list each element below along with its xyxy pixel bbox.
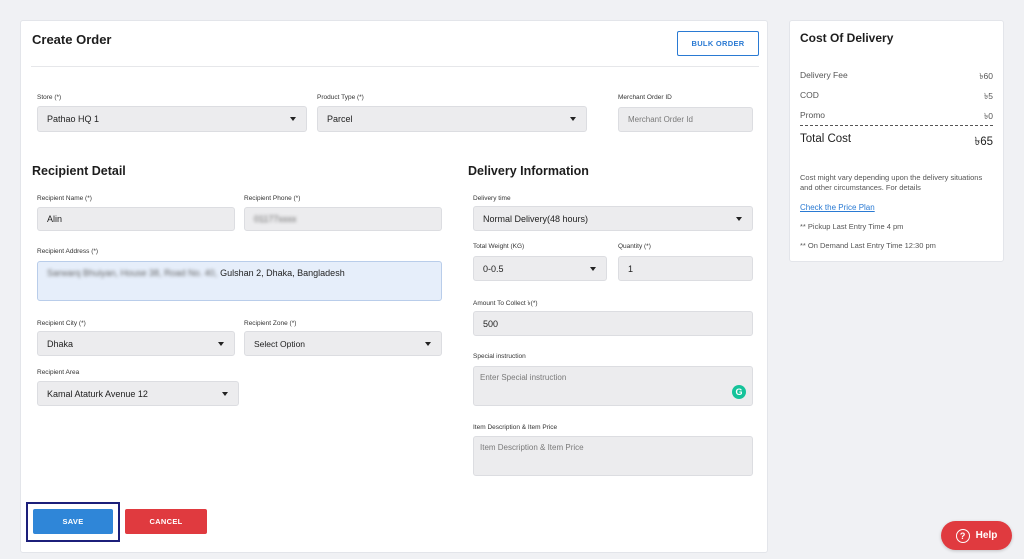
page-title: Create Order: [32, 32, 112, 47]
store-value: Pathao HQ 1: [47, 114, 100, 124]
recipient-zone-select[interactable]: Select Option: [244, 331, 442, 356]
recipient-city-value: Dhaka: [47, 338, 74, 349]
chevron-down-icon: [218, 341, 224, 346]
help-button[interactable]: ? Help: [941, 521, 1012, 550]
chevron-down-icon: [590, 266, 596, 271]
product-type-label: Product Type (*): [317, 94, 364, 101]
quantity-value: 1: [628, 263, 634, 274]
product-type-select[interactable]: Parcel: [317, 106, 587, 132]
chevron-down-icon: [570, 117, 576, 121]
total-weight-label: Total Weight (KG): [473, 243, 525, 250]
cost-row-cod: COD ৳5: [800, 90, 993, 104]
cost-row-label: COD: [800, 90, 819, 100]
chevron-down-icon: [736, 216, 742, 221]
recipient-zone-label: Recipient Zone (*): [244, 320, 297, 327]
recipient-address-hidden: Sarwarq Bhuiyan, House 38, Road No. 40,: [47, 268, 218, 278]
merchant-order-id-input[interactable]: Merchant Order Id: [618, 107, 753, 132]
cost-row-promo: Promo ৳0: [800, 110, 993, 124]
save-button[interactable]: SAVE: [33, 509, 113, 534]
recipient-city-select[interactable]: Dhaka: [37, 331, 235, 356]
cost-row-label: Delivery Fee: [800, 70, 848, 80]
chevron-down-icon: [222, 391, 228, 396]
total-weight-select[interactable]: 0-0.5: [473, 256, 607, 281]
quantity-input[interactable]: 1: [618, 256, 753, 281]
cost-row-label: Promo: [800, 110, 826, 120]
cost-row-value: ৳5: [984, 91, 993, 101]
delivery-time-value: Normal Delivery(48 hours): [483, 213, 589, 224]
recipient-phone-label: Recipient Phone (*): [244, 195, 301, 202]
recipient-area-label: Recipient Area: [37, 369, 80, 376]
special-instruction-label: Special instruction: [473, 353, 526, 360]
recipient-area-value: Kamal Ataturk Avenue 12: [47, 388, 148, 399]
grammarly-icon[interactable]: G: [732, 385, 746, 399]
recipient-address-visible: Gulshan 2, Dhaka, Bangladesh: [220, 268, 345, 278]
amount-to-collect-value: 500: [483, 318, 499, 329]
item-description-label: Item Description & Item Price: [473, 424, 558, 431]
amount-to-collect-label: Amount To Collect ৳(*): [473, 300, 538, 307]
delivery-time-label: Delivery time: [473, 195, 511, 202]
price-plan-link[interactable]: Check the Price Plan: [800, 203, 875, 212]
delivery-information-title: Delivery Information: [468, 164, 589, 178]
product-type-value: Parcel: [327, 114, 353, 124]
total-cost-value: ৳65: [974, 136, 993, 148]
recipient-phone-value: 01177xxxx: [254, 214, 297, 224]
cost-row-value: ৳0: [984, 111, 993, 121]
on-demand-note: ** On Demand Last Entry Time 12:30 pm: [800, 241, 936, 250]
recipient-address-input[interactable]: Sarwarq Bhuiyan, House 38, Road No. 40, …: [37, 261, 442, 301]
recipient-city-label: Recipient City (*): [37, 320, 86, 327]
recipient-detail-title: Recipient Detail: [32, 164, 126, 178]
cost-of-delivery-card: Cost Of Delivery Delivery Fee ৳60 COD ৳5…: [789, 20, 1004, 262]
recipient-name-input[interactable]: Alin: [37, 207, 235, 231]
cost-title: Cost Of Delivery: [800, 31, 894, 45]
create-order-card: Create Order BULK ORDER Store (*) Pathao…: [20, 20, 768, 553]
divider: [31, 66, 759, 67]
merchant-order-id-placeholder: Merchant Order Id: [628, 115, 693, 124]
recipient-name-label: Recipient Name (*): [37, 195, 92, 202]
chevron-down-icon: [290, 117, 296, 121]
item-description-input[interactable]: Item Description & Item Price: [473, 436, 753, 476]
store-select[interactable]: Pathao HQ 1: [37, 106, 307, 132]
total-weight-value: 0-0.5: [483, 263, 504, 274]
recipient-address-label: Recipient Address (*): [37, 248, 99, 255]
recipient-area-select[interactable]: Kamal Ataturk Avenue 12: [37, 381, 239, 406]
special-instruction-placeholder: Enter Special instruction: [480, 373, 567, 382]
help-label: Help: [975, 530, 998, 541]
cost-row-delivery-fee: Delivery Fee ৳60: [800, 70, 993, 84]
recipient-zone-value: Select Option: [254, 338, 306, 349]
merchant-order-id-label: Merchant Order ID: [618, 94, 672, 101]
special-instruction-input[interactable]: Enter Special instruction G: [473, 366, 753, 406]
recipient-phone-input[interactable]: 01177xxxx: [244, 207, 442, 231]
store-label: Store (*): [37, 94, 62, 101]
cost-note: Cost might vary depending upon the deliv…: [800, 173, 983, 192]
delivery-time-select[interactable]: Normal Delivery(48 hours): [473, 206, 753, 231]
pickup-note: ** Pickup Last Entry Time 4 pm: [800, 222, 904, 231]
bulk-order-button[interactable]: BULK ORDER: [677, 31, 759, 56]
cost-row-value: ৳60: [979, 71, 993, 81]
cost-total-row: Total Cost ৳65: [800, 133, 993, 152]
quantity-label: Quantity (*): [618, 243, 651, 250]
amount-to-collect-input[interactable]: 500: [473, 311, 753, 336]
dashed-divider: [800, 125, 993, 126]
question-circle-icon: ?: [955, 528, 970, 543]
total-cost-label: Total Cost: [800, 133, 852, 145]
item-description-placeholder: Item Description & Item Price: [480, 443, 584, 452]
chevron-down-icon: [425, 341, 431, 346]
recipient-name-value: Alin: [47, 214, 63, 224]
cancel-button[interactable]: CANCEL: [125, 509, 207, 534]
